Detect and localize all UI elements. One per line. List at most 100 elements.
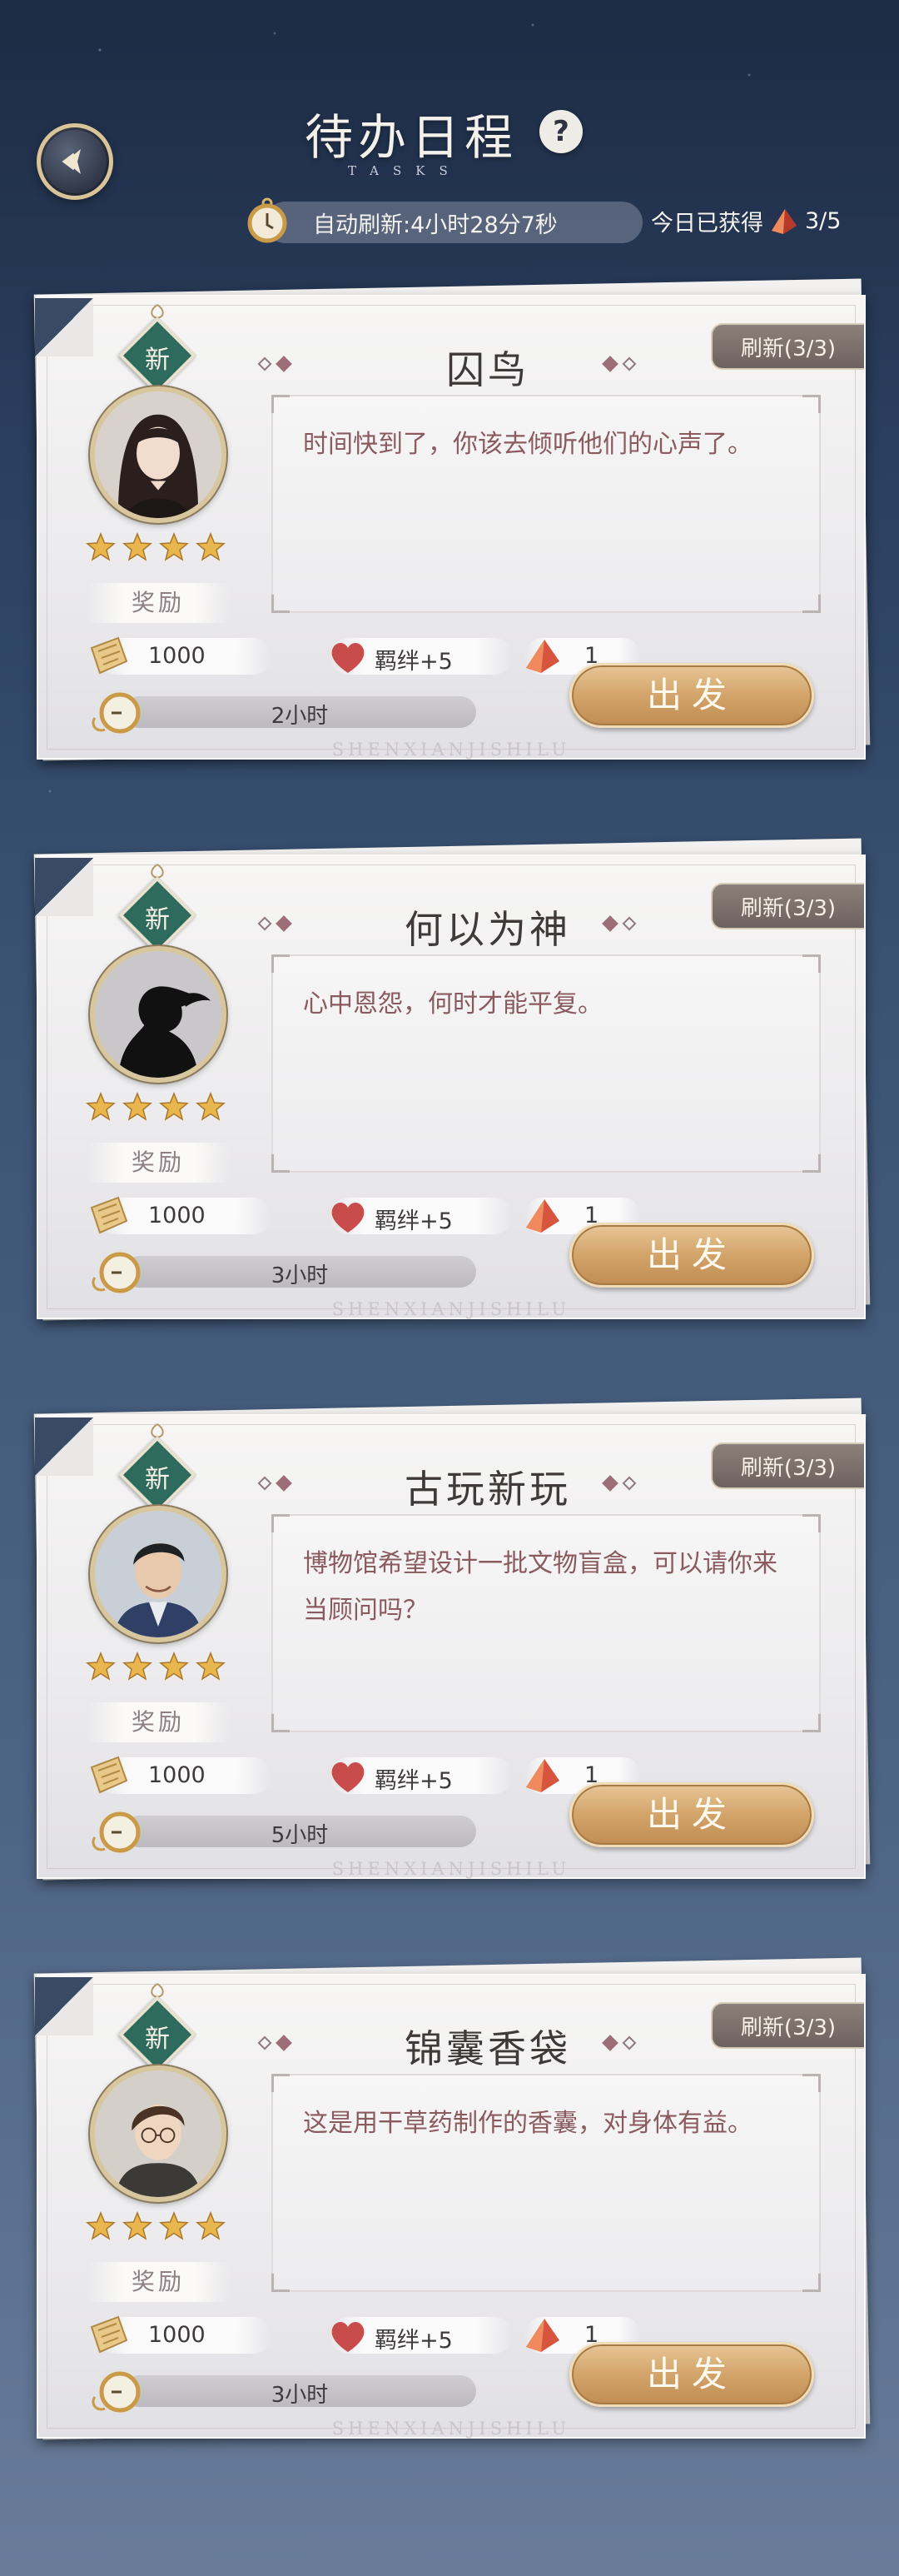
coin-reward: 1000 bbox=[90, 2315, 271, 2354]
depart-button[interactable]: 出发 bbox=[569, 663, 814, 728]
refresh-button[interactable]: 刷新(3/3) bbox=[711, 1442, 864, 1489]
title-ornament-right bbox=[602, 2035, 637, 2051]
title-ornament-left bbox=[257, 915, 292, 932]
star-icon bbox=[195, 2210, 226, 2245]
folded-corner bbox=[35, 1418, 93, 1476]
folded-corner bbox=[35, 298, 93, 356]
card-sheet: 新 古玩新玩 刷新(3/3) 奖励 博物馆希望设计一批文物盲盒，可以请你来当顾问… bbox=[35, 1414, 866, 1879]
reward-label: 奖励 bbox=[87, 583, 230, 623]
new-tag: 新 bbox=[118, 1982, 196, 2074]
star-icon bbox=[158, 2210, 190, 2245]
page-title: 待办日程 bbox=[305, 109, 519, 166]
reward-list: 1000 羁绊+5 1 bbox=[85, 2315, 641, 2357]
character-avatar bbox=[90, 2065, 226, 2202]
page-subtitle: TASKS bbox=[348, 163, 462, 178]
task-description: 时间快到了，你该去倾听他们的心声了。 bbox=[303, 430, 752, 459]
back-arrow-icon bbox=[62, 149, 81, 174]
watermark: SHENXIANJISHILU bbox=[331, 740, 571, 760]
card-sheet: 新 何以为神 刷新(3/3) 奖励 心中恩怨，何时才能平复。 1000 羁绊+5… bbox=[35, 855, 866, 1319]
pocket-watch-icon bbox=[92, 692, 141, 734]
duration-timer: 3小时 bbox=[90, 1248, 489, 1293]
auto-refresh-text: 自动刷新:4小时28分7秒 bbox=[313, 212, 558, 238]
back-button[interactable] bbox=[37, 123, 113, 200]
task-card: 新 古玩新玩 刷新(3/3) 奖励 博物馆希望设计一批文物盲盒，可以请你来当顾问… bbox=[33, 1398, 871, 1884]
star-rating bbox=[85, 1651, 226, 1686]
card-sheet: 新 囚鸟 刷新(3/3) 奖励 时间快到了，你该去倾听他们的心声了。 1000 … bbox=[35, 295, 866, 760]
coin-reward: 1000 bbox=[90, 636, 271, 675]
watermark: SHENXIANJISHILU bbox=[331, 2419, 571, 2439]
task-description-box: 心中恩怨，何时才能平复。 bbox=[271, 954, 821, 1173]
star-icon bbox=[85, 531, 117, 566]
reward-label: 奖励 bbox=[87, 2262, 230, 2302]
task-description-box: 博物馆希望设计一批文物盲盒，可以请你来当顾问吗？ bbox=[271, 1514, 821, 1732]
daily-progress: 今日已获得 3/5 bbox=[651, 205, 841, 237]
character-avatar bbox=[90, 1506, 226, 1642]
red-gem-icon bbox=[526, 640, 559, 673]
pocket-watch-icon bbox=[92, 1811, 141, 1853]
title-ornament-right bbox=[602, 356, 637, 372]
star-icon bbox=[85, 2210, 117, 2245]
duration-text: 3小时 bbox=[271, 2383, 329, 2408]
pocket-watch-icon bbox=[92, 1252, 141, 1293]
duration-timer: 5小时 bbox=[90, 1807, 489, 1853]
star-icon bbox=[85, 1091, 117, 1126]
duration-text: 2小时 bbox=[271, 704, 329, 729]
refresh-button[interactable]: 刷新(3/3) bbox=[711, 2002, 864, 2049]
star-rating bbox=[85, 2210, 226, 2245]
daily-count: 3/5 bbox=[805, 208, 842, 234]
bond-reward: 羁绊+5 bbox=[330, 2317, 513, 2354]
heart-icon bbox=[331, 1203, 365, 1233]
star-rating bbox=[85, 531, 226, 566]
task-card: 新 锦囊香袋 刷新(3/3) 奖励 这是用干草药制作的香囊，对身体有益。 100… bbox=[33, 1957, 871, 2444]
bond-reward: 羁绊+5 bbox=[330, 638, 513, 675]
red-gem-icon bbox=[526, 1759, 559, 1792]
task-description-box: 这是用干草药制作的香囊，对身体有益。 bbox=[271, 2074, 821, 2292]
watermark: SHENXIANJISHILU bbox=[331, 1299, 571, 1319]
pocket-watch-icon bbox=[247, 197, 287, 243]
duration-text: 3小时 bbox=[271, 1263, 329, 1288]
coin-reward: 1000 bbox=[90, 1756, 271, 1794]
bond-reward: 羁绊+5 bbox=[330, 1198, 513, 1234]
star-rating bbox=[85, 1091, 226, 1126]
heart-icon bbox=[331, 2322, 365, 2352]
depart-button[interactable]: 出发 bbox=[569, 2342, 814, 2407]
star-icon bbox=[158, 1651, 190, 1686]
star-icon bbox=[158, 531, 190, 566]
new-tag: 新 bbox=[118, 863, 196, 954]
star-icon bbox=[195, 1091, 226, 1126]
man-with-glasses-portrait-icon bbox=[95, 2070, 221, 2197]
depart-button[interactable]: 出发 bbox=[569, 1782, 814, 1847]
daily-label: 今日已获得 bbox=[651, 211, 763, 237]
star-icon bbox=[158, 1091, 190, 1126]
task-card: 新 囚鸟 刷新(3/3) 奖励 时间快到了，你该去倾听他们的心声了。 1000 … bbox=[33, 278, 871, 765]
card-sheet: 新 锦囊香袋 刷新(3/3) 奖励 这是用干草药制作的香囊，对身体有益。 100… bbox=[35, 1974, 866, 2439]
star-icon bbox=[195, 531, 226, 566]
reward-label: 奖励 bbox=[87, 1143, 230, 1183]
folded-corner bbox=[35, 858, 93, 916]
ticket-icon bbox=[90, 636, 128, 675]
duration-timer: 2小时 bbox=[90, 688, 489, 734]
task-description-box: 时间快到了，你该去倾听他们的心声了。 bbox=[271, 395, 821, 613]
duration-text: 5小时 bbox=[271, 1823, 329, 1848]
refresh-button[interactable]: 刷新(3/3) bbox=[711, 883, 864, 929]
auto-refresh-timer: 自动刷新:4小时28分7秒 bbox=[265, 202, 643, 243]
woman-portrait-icon bbox=[95, 391, 221, 518]
new-tag: 新 bbox=[118, 303, 196, 395]
folded-corner bbox=[35, 1977, 93, 2035]
duration-timer: 3小时 bbox=[90, 2367, 489, 2413]
reward-label: 奖励 bbox=[87, 1702, 230, 1742]
task-description: 这是用干草药制作的香囊，对身体有益。 bbox=[303, 2109, 752, 2138]
star-icon bbox=[122, 1091, 153, 1126]
refresh-button[interactable]: 刷新(3/3) bbox=[711, 323, 864, 370]
man-portrait-icon bbox=[95, 1511, 221, 1637]
task-description: 心中恩怨，何时才能平复。 bbox=[303, 989, 603, 1019]
reward-list: 1000 羁绊+5 1 bbox=[85, 636, 641, 678]
reward-list: 1000 羁绊+5 1 bbox=[85, 1756, 641, 1797]
red-gem-icon bbox=[526, 2319, 559, 2352]
star-icon bbox=[122, 531, 153, 566]
heart-icon bbox=[331, 1762, 365, 1792]
depart-button[interactable]: 出发 bbox=[569, 1223, 814, 1288]
ticket-icon bbox=[90, 1196, 128, 1234]
title-ornament-left bbox=[257, 1475, 292, 1492]
help-icon[interactable]: ? bbox=[539, 110, 583, 153]
